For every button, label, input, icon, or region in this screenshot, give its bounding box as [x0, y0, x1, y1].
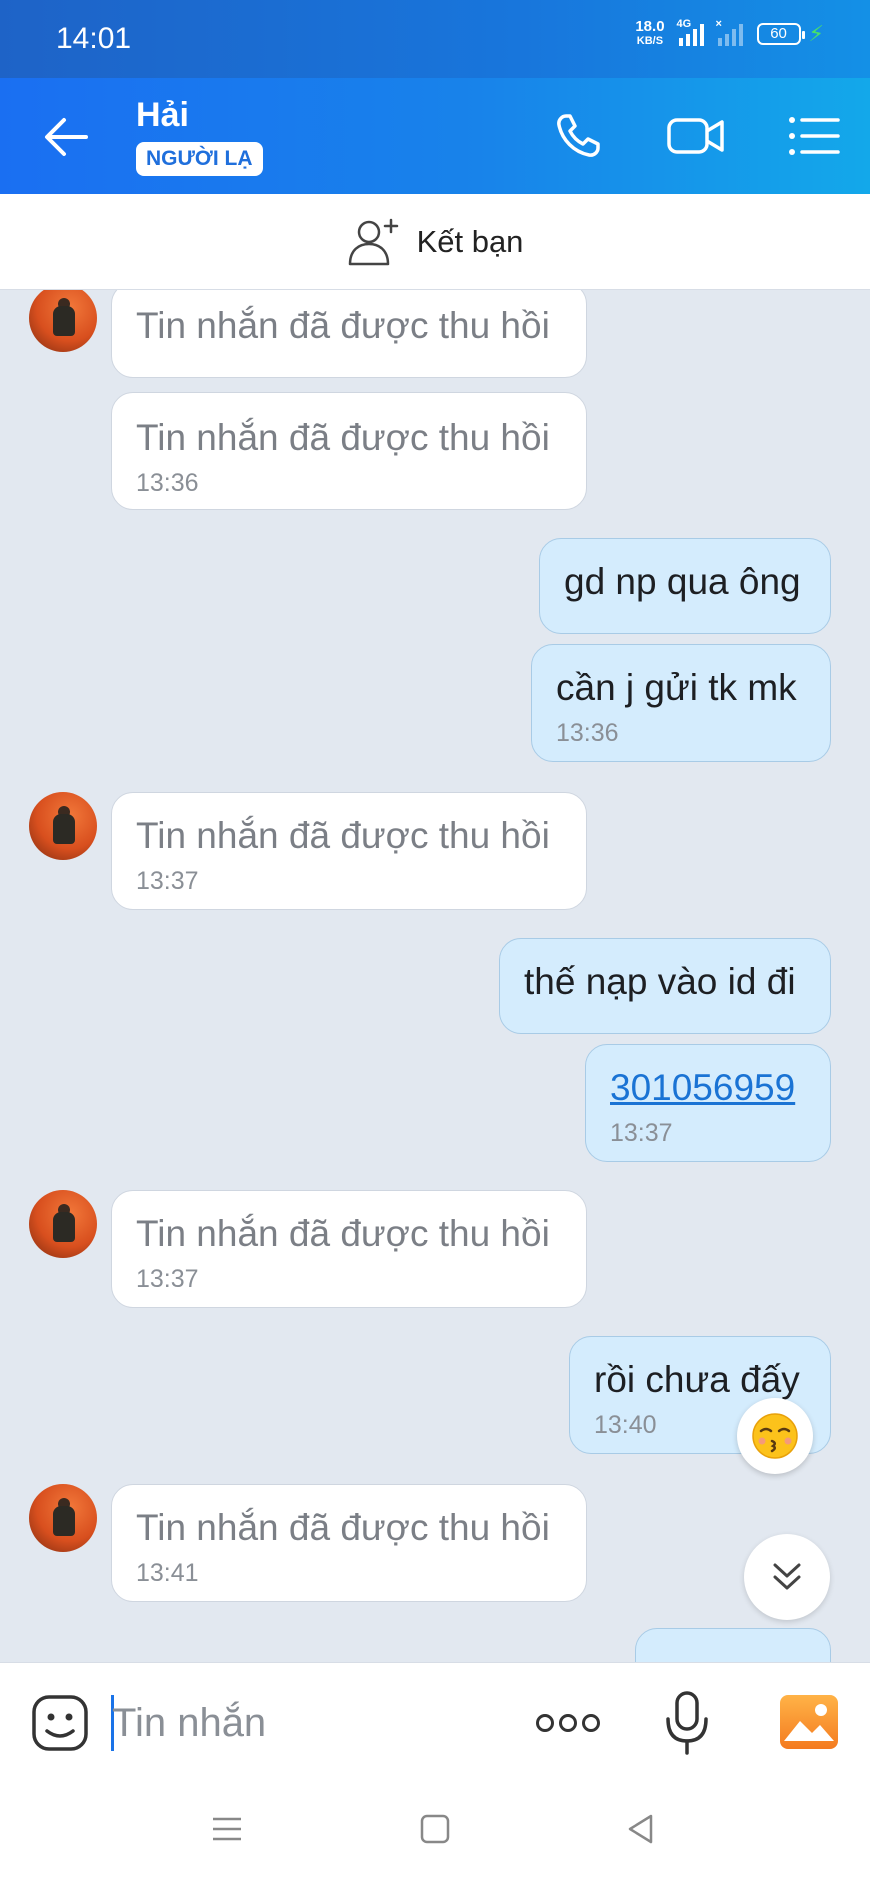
- charging-icon: ⚡: [808, 21, 824, 46]
- kiss-emoji-icon: [752, 1413, 798, 1459]
- message-bubble-received[interactable]: Tin nhắn đã được thu hồi 13:37: [111, 792, 587, 910]
- message-bubble-received[interactable]: Tin nhắn đã được thu hồi 13:37: [111, 1190, 587, 1308]
- network-speed: 18.0 KB/S: [635, 18, 665, 48]
- menu-icon[interactable]: [784, 110, 844, 162]
- message-composer: [0, 1662, 870, 1782]
- message-text: cần j gửi tk mk: [556, 667, 797, 708]
- double-chevron-down-icon: [773, 1563, 801, 1590]
- signal-sim2-icon: ×: [716, 18, 743, 46]
- status-time: 14:01: [56, 22, 132, 55]
- system-navigation-bar: [0, 1782, 870, 1884]
- message-time: 13:37: [610, 1119, 673, 1147]
- signal-4g-icon: 4G: [677, 18, 704, 46]
- message-list[interactable]: Tin nhắn đã được thu hồi Tin nhắn đã đượ…: [0, 290, 870, 1662]
- status-bar: 14:01 18.0 KB/S 4G × 60 ⚡: [0, 0, 870, 78]
- contact-avatar[interactable]: [29, 1190, 97, 1258]
- battery-icon: 60: [756, 23, 805, 45]
- back-nav-icon[interactable]: [624, 1812, 658, 1846]
- home-icon[interactable]: [418, 1812, 452, 1846]
- message-bubble-received[interactable]: Tin nhắn đã được thu hồi 13:36: [111, 392, 587, 510]
- message-time: 13:37: [136, 1265, 199, 1293]
- message-text: Tin nhắn đã được thu hồi: [136, 305, 550, 346]
- scroll-to-bottom-button[interactable]: [744, 1534, 830, 1620]
- add-friend-button[interactable]: Kết bạn: [0, 194, 870, 290]
- microphone-icon[interactable]: [662, 1689, 712, 1757]
- network-speed-unit: KB/S: [636, 35, 664, 47]
- message-text: Tin nhắn đã được thu hồi: [136, 1213, 550, 1254]
- add-user-icon: [348, 218, 398, 265]
- message-text: Tin nhắn đã được thu hồi: [136, 1507, 550, 1548]
- message-time: 13:36: [556, 719, 619, 747]
- message-text: Tin nhắn đã được thu hồi: [136, 815, 550, 856]
- message-bubble-sent[interactable]: gd np qua ông: [539, 538, 831, 634]
- message-time: 13:36: [136, 469, 199, 497]
- recent-apps-icon[interactable]: [210, 1812, 244, 1846]
- message-bubble-sent[interactable]: 301056959 13:37: [585, 1044, 831, 1162]
- phone-icon[interactable]: [552, 110, 612, 162]
- message-text: Tin nhắn đã được thu hồi: [136, 417, 550, 458]
- battery-level: 60: [770, 25, 787, 42]
- message-bubble-sent[interactable]: [635, 1628, 831, 1662]
- more-options-icon[interactable]: [534, 1707, 602, 1739]
- message-bubble-received[interactable]: Tin nhắn đã được thu hồi: [111, 290, 587, 378]
- reaction-button[interactable]: [737, 1398, 813, 1474]
- message-bubble-received[interactable]: Tin nhắn đã được thu hồi 13:41: [111, 1484, 587, 1602]
- message-text: rồi chưa đấy: [594, 1359, 800, 1400]
- message-bubble-sent[interactable]: cần j gửi tk mk 13:36: [531, 644, 831, 762]
- contact-avatar[interactable]: [29, 290, 97, 352]
- id-number-link[interactable]: 301056959: [610, 1067, 795, 1108]
- message-text: thế nạp vào id đi: [524, 961, 796, 1002]
- message-bubble-sent[interactable]: thế nạp vào id đi: [499, 938, 831, 1034]
- message-time: 13:37: [136, 867, 199, 895]
- message-input[interactable]: [112, 1691, 512, 1755]
- network-speed-value: 18.0: [635, 18, 665, 35]
- contact-name[interactable]: Hải: [136, 96, 189, 135]
- message-time: 13:41: [136, 1559, 199, 1587]
- status-indicators: 18.0 KB/S 4G × 60 ⚡: [635, 18, 824, 48]
- emoji-sticker-icon[interactable]: [30, 1693, 90, 1753]
- back-arrow-icon[interactable]: [40, 112, 92, 162]
- video-call-icon[interactable]: [666, 110, 726, 162]
- add-friend-label: Kết bạn: [416, 223, 524, 259]
- contact-avatar[interactable]: [29, 792, 97, 860]
- stranger-badge: NGƯỜI LẠ: [136, 142, 263, 176]
- sim2-status: ×: [715, 18, 722, 30]
- network-type-label: 4G: [676, 18, 692, 30]
- contact-avatar[interactable]: [29, 1484, 97, 1552]
- image-gallery-icon[interactable]: [778, 1693, 840, 1751]
- message-text: gd np qua ông: [564, 561, 801, 602]
- chat-header: Hải NGƯỜI LẠ: [0, 78, 870, 194]
